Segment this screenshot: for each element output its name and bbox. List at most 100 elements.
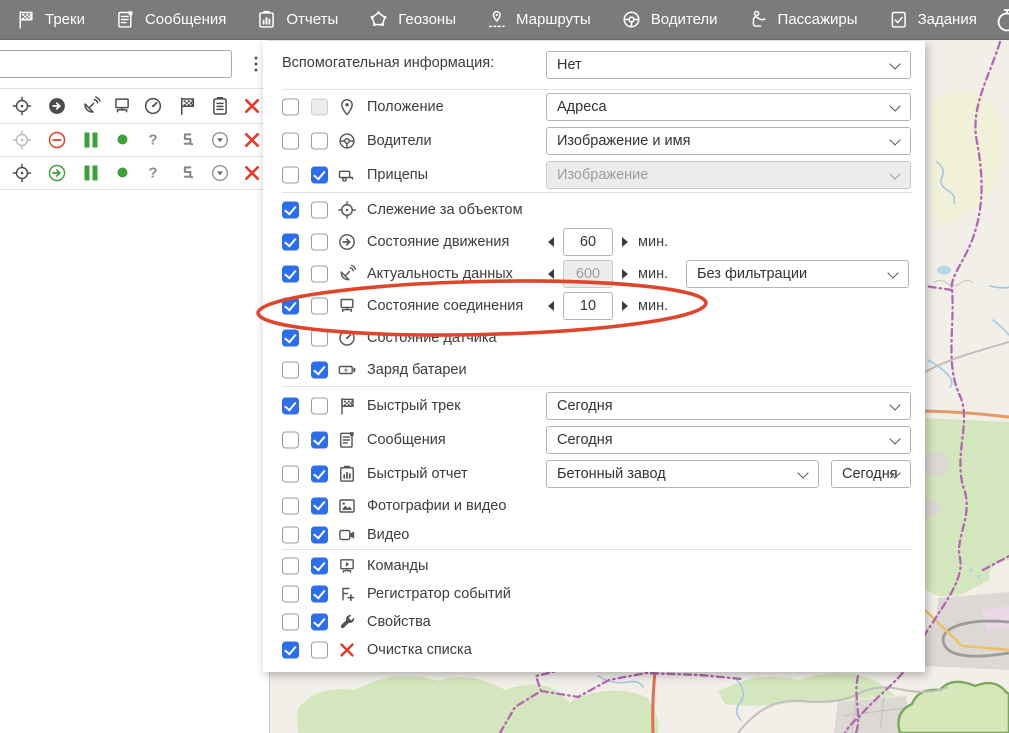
checkbox-1-messages[interactable] <box>282 432 299 449</box>
motion-moving-icon[interactable] <box>47 163 68 184</box>
motion-state-icon[interactable] <box>47 96 68 117</box>
quick-report-select[interactable]: Бетонный завод <box>546 460 819 488</box>
remove-unit-icon[interactable] <box>242 130 263 151</box>
tracking-on-icon[interactable] <box>12 163 33 184</box>
checkbox-2-quick-report[interactable] <box>311 466 328 483</box>
checkbox-1-battery-charge[interactable] <box>282 362 299 379</box>
unit-row[interactable]: ? <box>0 157 270 190</box>
tab-passengers[interactable]: Пассажиры <box>748 9 858 30</box>
checkbox-2-event-registrar[interactable] <box>311 586 328 603</box>
quick-report-icon[interactable] <box>210 96 231 117</box>
setting-row-quick-report: Быстрый отчет Бетонный завод Сегодня <box>263 457 925 491</box>
checkbox-2-clear-list[interactable] <box>311 642 328 659</box>
connection-paused-icon[interactable] <box>81 163 102 184</box>
messages-select[interactable]: Сегодня <box>546 426 911 454</box>
sensor-state-icon[interactable] <box>143 96 164 117</box>
checkbox-1-clear-list[interactable] <box>282 642 299 659</box>
hitch-state-icon[interactable] <box>177 130 198 151</box>
setting-row-data-actuality: Актуальность данных мин. Без фильтрации <box>263 258 925 290</box>
checkbox-2-commands[interactable] <box>311 558 328 575</box>
hitch-state-icon[interactable] <box>177 163 198 184</box>
quick-track-icon[interactable] <box>177 96 198 117</box>
checkbox-1-video[interactable] <box>282 526 299 543</box>
checkbox-2-trailers[interactable] <box>311 167 328 184</box>
trailers-select[interactable]: Изображение <box>546 161 911 189</box>
checkbox-2-unit-tracking[interactable] <box>311 202 328 219</box>
aux-info-select[interactable]: Нет <box>546 51 911 79</box>
checkbox-2-video[interactable] <box>311 526 328 543</box>
checkbox-2-battery-charge[interactable] <box>311 362 328 379</box>
trailer-icon <box>337 165 357 185</box>
search-input[interactable] <box>0 50 232 78</box>
checkbox-2-sensor-state[interactable] <box>311 330 328 347</box>
checkbox-2-motion-state[interactable] <box>311 234 328 251</box>
checkbox-1-connection-state[interactable] <box>282 298 299 315</box>
stepper-decrease-icon[interactable] <box>548 301 554 311</box>
tab-drivers[interactable]: Водители <box>621 9 718 30</box>
unit-menu-icon[interactable] <box>210 130 231 151</box>
checkbox-2-data-actuality[interactable] <box>311 266 328 283</box>
tab-tracks[interactable]: Треки <box>15 9 85 30</box>
checkbox-2-properties[interactable] <box>311 614 328 631</box>
checkbox-2-photos-videos[interactable] <box>311 497 328 514</box>
drivers-select[interactable]: Изображение и имя <box>546 127 911 155</box>
checkbox-1-trailers[interactable] <box>282 167 299 184</box>
connection-paused-icon[interactable] <box>81 130 102 151</box>
setting-label: Быстрый трек <box>367 398 461 414</box>
checkbox-1-position[interactable] <box>282 99 299 116</box>
checkbox-1-unit-tracking[interactable] <box>282 202 299 219</box>
checkbox-2-messages[interactable] <box>311 432 328 449</box>
checkbox-2-quick-track[interactable] <box>311 398 328 415</box>
state-unknown-icon[interactable]: ? <box>143 163 164 184</box>
data-actuality-stepper: мин. <box>548 260 668 288</box>
checkbox-2-position[interactable] <box>311 99 328 116</box>
checkbox-1-sensor-state[interactable] <box>282 330 299 347</box>
tracking-icon[interactable] <box>12 96 33 117</box>
checkbox-1-data-actuality[interactable] <box>282 266 299 283</box>
setting-row-properties: Свойства <box>263 608 925 636</box>
minutes-label: мин. <box>638 266 668 282</box>
remove-unit-icon[interactable] <box>242 163 263 184</box>
sensor-ok-icon[interactable] <box>112 163 133 184</box>
tab-reports[interactable]: Отчеты <box>256 9 338 30</box>
tab-messages[interactable]: Сообщения <box>115 9 226 30</box>
checkbox-1-drivers[interactable] <box>282 133 299 150</box>
stepper-increase-icon[interactable] <box>622 301 628 311</box>
stepper-increase-icon[interactable] <box>622 237 628 247</box>
tab-routes[interactable]: Маршруты <box>486 9 591 30</box>
quick-track-select[interactable]: Сегодня <box>546 392 911 420</box>
stepper-increase-icon[interactable] <box>622 269 628 279</box>
chevron-down-icon <box>797 467 808 478</box>
data-actuality-filter-select[interactable]: Без фильтрации <box>686 260 909 288</box>
checkbox-1-event-registrar[interactable] <box>282 586 299 603</box>
clear-icon[interactable] <box>242 96 263 117</box>
checkbox-2-drivers[interactable] <box>311 133 328 150</box>
tab-jobs[interactable]: Задания <box>888 9 977 30</box>
checkbox-1-commands[interactable] <box>282 558 299 575</box>
motion-stopped-icon[interactable] <box>47 130 68 151</box>
checkbox-1-photos-videos[interactable] <box>282 497 299 514</box>
data-actuality-value-input[interactable] <box>563 260 613 288</box>
quick-report-interval-select[interactable]: Сегодня <box>831 460 911 488</box>
checkbox-1-properties[interactable] <box>282 614 299 631</box>
connection-state-value-input[interactable] <box>563 292 613 320</box>
chevron-down-icon <box>889 168 900 179</box>
checkbox-1-motion-state[interactable] <box>282 234 299 251</box>
stopwatch-icon[interactable] <box>994 7 1009 33</box>
unit-row[interactable]: ? <box>0 124 270 157</box>
tab-geofences[interactable]: Геозоны <box>368 9 456 30</box>
sensor-ok-icon[interactable] <box>112 130 133 151</box>
connection-icon[interactable] <box>112 96 133 117</box>
position-select[interactable]: Адреса <box>546 93 911 121</box>
state-unknown-icon[interactable]: ? <box>143 130 164 151</box>
checkbox-1-quick-track[interactable] <box>282 398 299 415</box>
data-accuracy-icon[interactable] <box>81 96 102 117</box>
stepper-decrease-icon[interactable] <box>548 269 554 279</box>
tracking-off-icon[interactable] <box>12 130 33 151</box>
unit-menu-icon[interactable] <box>210 163 231 184</box>
stepper-decrease-icon[interactable] <box>548 237 554 247</box>
connection-state-stepper: мин. <box>548 292 668 320</box>
checkbox-2-connection-state[interactable] <box>311 298 328 315</box>
checkbox-1-quick-report[interactable] <box>282 466 299 483</box>
motion-state-value-input[interactable] <box>563 228 613 256</box>
